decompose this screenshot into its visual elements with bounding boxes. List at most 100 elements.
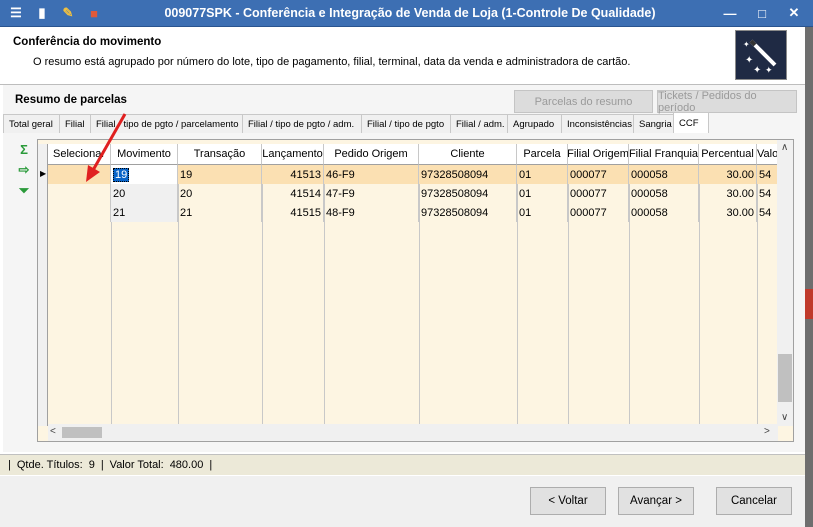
tab-agrupado[interactable]: Agrupado [507,114,562,133]
cell-parcela[interactable]: 01 [517,203,568,222]
status-separator: | [100,459,104,471]
status-separator: | [209,459,213,471]
header-description: O resumo está agrupado por número do lot… [33,56,631,68]
tab-total-geral[interactable]: Total geral [3,114,60,133]
valor-total-value: 480.00 [169,459,204,471]
horizontal-scrollbar[interactable]: < > [48,424,778,441]
app-menu-icon[interactable]: ☰ [6,4,26,22]
book-icon[interactable]: ■ [84,4,104,22]
col-transacao[interactable]: Transação [178,144,262,165]
cell-filial-franquia[interactable]: 000058 [629,165,699,184]
scroll-right-icon[interactable]: > [764,426,770,437]
tab-ccf[interactable]: CCF [673,112,709,133]
cell-pedido-origem[interactable]: 46-F9 [324,165,419,184]
col-pedido-origem[interactable]: Pedido Origem [324,144,419,165]
annotation-arrow [86,113,127,182]
horizontal-scroll-thumb[interactable] [62,427,102,438]
cell-valor[interactable]: 54 [757,165,779,184]
col-cliente[interactable]: Cliente [419,144,517,165]
tab-filial-adm[interactable]: Filial / adm. [450,114,508,133]
header-title: Conferência do movimento [13,36,162,48]
cell-valor[interactable]: 54 [757,184,779,203]
col-filial-franquia[interactable]: Filial Franquia [629,144,699,165]
window-title: 009077SPK - Conferência e Integração de … [164,6,656,20]
svg-text:✦: ✦ [743,40,750,49]
cell-percentual[interactable]: 30.00 [699,203,757,222]
parcelas-do-resumo-button[interactable]: Parcelas do resumo [514,90,653,113]
col-percentual[interactable]: Percentual [699,144,757,165]
tab-filial-tipo-pgto-adm[interactable]: Filial / tipo de pgto / adm. [242,114,362,133]
cell-filial-origem[interactable]: 000077 [568,165,629,184]
cell-lancamento[interactable]: 41513 [262,165,324,184]
scroll-up-icon[interactable]: ∧ [781,142,788,153]
scroll-down-icon[interactable]: ∨ [781,412,788,423]
background-window-accent [805,289,813,319]
maximize-button[interactable]: □ [749,3,775,23]
cell-pedido-origem[interactable]: 48-F9 [324,203,419,222]
tickets-pedidos-button[interactable]: Tickets / Pedidos do período [657,90,797,114]
cell-parcela[interactable]: 01 [517,184,568,203]
status-separator: | [8,459,11,471]
table-row[interactable]: 19 19 41513 46-F9 97328508094 01 000077 … [48,165,779,184]
svg-text:✦: ✦ [765,65,773,75]
avancar-button[interactable]: Avançar > [618,487,694,515]
col-lancamento[interactable]: Lançamento [262,144,324,165]
cell-valor[interactable]: 54 [757,203,779,222]
cell-lancamento[interactable]: 41514 [262,184,324,203]
cell-selecionar[interactable] [48,184,111,203]
tools-icon[interactable]: ✎ [58,4,78,22]
cell-cliente[interactable]: 97328508094 [419,165,517,184]
scroll-left-icon[interactable]: < [50,426,56,437]
grid-toolbar: Σ ⇨ ⏷ [16,142,32,199]
cell-transacao[interactable]: 20 [178,184,262,203]
row-indicator-column [38,144,48,426]
background-window-edge [805,27,813,527]
table-row[interactable]: 20 20 41514 47-F9 97328508094 01 000077 … [48,184,779,203]
cell-movimento[interactable]: 20 [111,184,178,203]
col-valor[interactable]: Valo [757,144,779,165]
valor-total-label: Valor Total: [109,459,164,471]
voltar-button[interactable]: < Voltar [530,487,606,515]
cell-selecionar[interactable] [48,203,111,222]
title-bar: ☰ ▮ ✎ ■ 009077SPK - Conferência e Integr… [0,0,813,27]
wizard-header: Conferência do movimento O resumo está a… [0,28,805,84]
export-icon[interactable]: ⇨ [16,162,32,177]
filter-icon[interactable]: ⏷ [16,183,32,198]
cell-pedido-origem[interactable]: 47-F9 [324,184,419,203]
qtde-titulos-value: 9 [88,459,95,471]
status-bar: | Qtde. Títulos: 9 | Valor Total: 480.00… [0,454,805,475]
cell-filial-origem[interactable]: 000077 [568,203,629,222]
col-parcela[interactable]: Parcela [517,144,568,165]
cell-filial-origem[interactable]: 000077 [568,184,629,203]
magic-wand-icon: ✦ ✦ ✦ ✦ [735,30,787,80]
tab-filial-tipo-pgto[interactable]: Filial / tipo de pgto [361,114,451,133]
minimize-button[interactable]: — [717,3,743,23]
cell-filial-franquia[interactable]: 000058 [629,203,699,222]
grid-header: Selecionar Movimento Transação Lançament… [48,144,779,165]
cell-movimento[interactable]: 21 [111,203,178,222]
cell-transacao[interactable]: 19 [178,165,262,184]
cell-filial-franquia[interactable]: 000058 [629,184,699,203]
close-button[interactable]: ✕ [781,3,807,23]
svg-text:✦: ✦ [753,65,761,76]
cancelar-button[interactable]: Cancelar [716,487,792,515]
cell-percentual[interactable]: 30.00 [699,184,757,203]
vertical-scrollbar[interactable]: ∧ ∨ [777,140,793,426]
cell-percentual[interactable]: 30.00 [699,165,757,184]
cell-parcela[interactable]: 01 [517,165,568,184]
cell-cliente[interactable]: 97328508094 [419,203,517,222]
traffic-light-icon[interactable]: ▮ [32,4,52,22]
cell-cliente[interactable]: 97328508094 [419,184,517,203]
vertical-scroll-thumb[interactable] [778,354,792,402]
sum-icon[interactable]: Σ [16,142,32,157]
tab-sangria[interactable]: Sangria [633,114,674,133]
col-filial-origem[interactable]: Filial Origem [568,144,629,165]
cell-lancamento[interactable]: 41515 [262,203,324,222]
row-pointer-icon: ▶ [40,169,47,178]
tab-inconsistencias[interactable]: Inconsistências [561,114,634,133]
wizard-footer: < Voltar Avançar > Cancelar [0,476,805,527]
panel-title: Resumo de parcelas [15,94,127,106]
data-grid: Selecionar Movimento Transação Lançament… [37,139,794,442]
cell-transacao[interactable]: 21 [178,203,262,222]
table-row[interactable]: 21 21 41515 48-F9 97328508094 01 000077 … [48,203,779,222]
